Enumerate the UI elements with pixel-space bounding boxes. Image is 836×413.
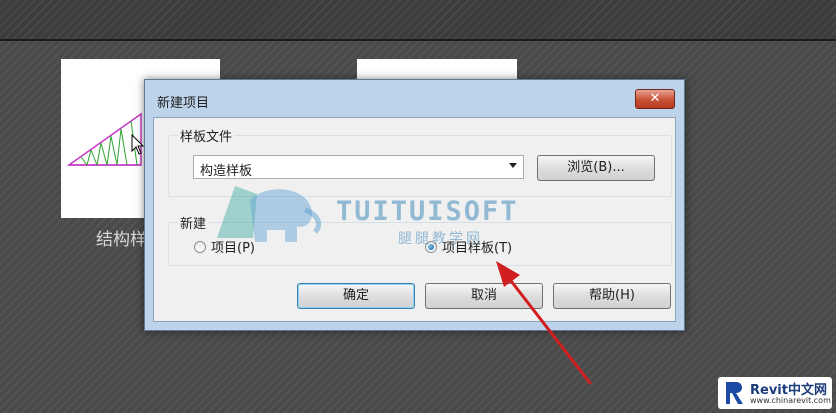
watermark-brand: TUITUISOFT [336, 196, 519, 227]
revit-r-icon [726, 382, 743, 404]
template-file-selected-value: 构造样板 [200, 164, 253, 179]
new-type-group-label: 新建 [178, 213, 209, 232]
ok-button[interactable]: 确定 [297, 283, 415, 309]
revit-site-logo: Revit中文网 www.chinarevit.com [718, 377, 832, 409]
thumbnail-label: 结构样 [96, 230, 147, 250]
top-toolbar-band [0, 0, 836, 41]
mouse-cursor-icon [131, 134, 145, 155]
elephant-watermark-icon [217, 186, 322, 242]
annotation-arrow-icon [496, 261, 592, 385]
close-button[interactable]: ✕ [635, 89, 675, 109]
template-file-select[interactable]: 构造样板 [193, 155, 524, 179]
logo-url: www.chinarevit.com [750, 396, 831, 405]
watermark-subtitle: 腿腿教学网 [398, 231, 483, 247]
template-thumbnail-2[interactable] [357, 59, 517, 79]
close-icon: ✕ [649, 91, 661, 106]
chevron-down-icon [509, 163, 517, 168]
browse-button[interactable]: 浏览(B)... [537, 155, 655, 181]
template-file-group-label: 样板文件 [178, 126, 235, 145]
dialog-title: 新建项目 [157, 96, 210, 111]
